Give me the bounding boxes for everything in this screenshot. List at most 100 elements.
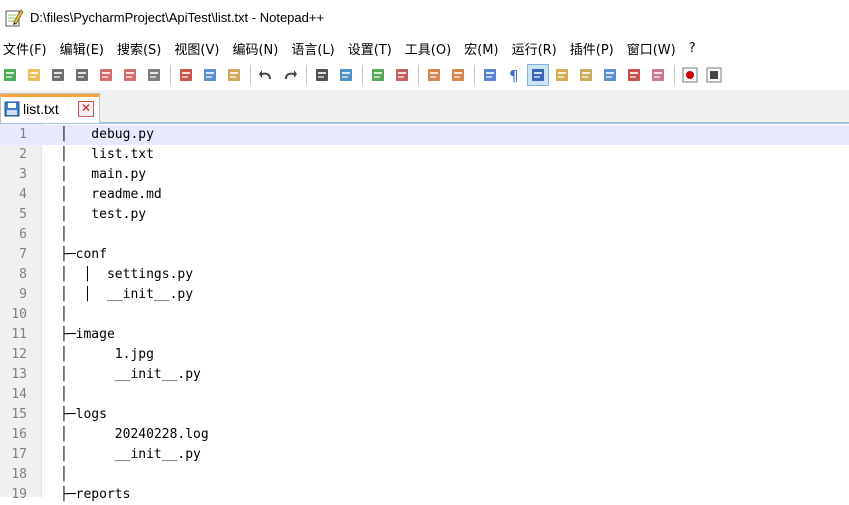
editor-line[interactable]: 16 │ 20240228.log (0, 425, 849, 445)
editor-line[interactable]: 9 │ │ __init__.py (0, 285, 849, 305)
line-text: │ main.py (60, 167, 147, 182)
editor-line[interactable]: 13 │ __init__.py (0, 365, 849, 385)
menu-item[interactable]: 运行(R) (508, 39, 566, 58)
doc-list-icon[interactable] (624, 65, 644, 85)
menu-item[interactable]: ? (685, 41, 705, 56)
notepadpp-app-icon (4, 8, 24, 28)
line-number: 7 (19, 247, 27, 262)
line-text: ├─conf (60, 247, 107, 262)
open-file-icon[interactable] (24, 65, 44, 85)
new-file-icon[interactable] (0, 65, 20, 85)
folder-workspace-icon[interactable] (600, 65, 620, 85)
tab-label: list.txt (23, 100, 59, 117)
save-all-icon[interactable] (72, 65, 92, 85)
tab-list-txt[interactable]: list.txt ✕ (0, 93, 100, 123)
editor-line[interactable]: 12 │ 1.jpg (0, 345, 849, 365)
editor-line[interactable]: 17 │ __init__.py (0, 445, 849, 465)
close-all-icon[interactable] (120, 65, 140, 85)
line-number: 8 (19, 267, 27, 282)
menu-item[interactable]: 宏(M) (460, 39, 507, 58)
replace-icon[interactable] (336, 65, 356, 85)
redo-icon[interactable] (280, 65, 300, 85)
menu-item[interactable]: 搜索(S) (113, 39, 170, 58)
function-list-icon[interactable] (576, 65, 596, 85)
print-icon[interactable] (144, 65, 164, 85)
line-text: │ │ settings.py (60, 267, 194, 282)
menu-item[interactable]: 视图(V) (170, 39, 228, 58)
tab-bar: list.txt ✕ (0, 90, 849, 124)
editor-line[interactable]: 4 │ readme.md (0, 185, 849, 205)
saved-file-icon (4, 101, 20, 121)
editor-line[interactable]: 10 │ (0, 305, 849, 325)
editor-line[interactable]: 1 │ debug.py (0, 125, 849, 145)
editor-line[interactable]: 8 │ │ settings.py (0, 265, 849, 285)
menu-item[interactable]: 设置(T) (344, 39, 401, 58)
save-icon[interactable] (48, 65, 68, 85)
line-text: │ list.txt (60, 147, 154, 162)
editor-area[interactable]: 1 │ debug.py 2 │ list.txt 3 │ main.py 4 │ readm… (0, 124, 849, 502)
zoom-out-icon[interactable] (392, 65, 412, 85)
indent-guide-icon[interactable] (527, 64, 549, 86)
undo-icon[interactable] (256, 65, 276, 85)
toolbar-separator (674, 65, 675, 85)
show-all-chars-icon[interactable]: ¶ (504, 65, 524, 85)
editor-line[interactable]: 11 ├─image (0, 325, 849, 345)
menu-bar: 文件(F) 编辑(E) 搜索(S) 视图(V) 编码(N) 语言(L) 设置(T) 工具(O)… (0, 36, 849, 60)
editor-line[interactable]: 7 ├─conf (0, 245, 849, 265)
sync-vertical-icon[interactable] (424, 65, 444, 85)
editor-line[interactable]: 15 ├─logs (0, 405, 849, 425)
line-text: │ │ __init__.py (60, 287, 194, 302)
editor-line[interactable]: 18 │ (0, 465, 849, 485)
toolbar-separator (306, 65, 307, 85)
window-title: D:\files\PycharmProject\ApiTest\list.txt… (30, 10, 325, 25)
toolbar-separator (474, 65, 475, 85)
record-macro-icon[interactable] (680, 65, 700, 85)
line-text: ├─logs (60, 407, 107, 422)
editor-line[interactable]: 5 │ test.py (0, 205, 849, 225)
editor-line[interactable]: 2 │ list.txt (0, 145, 849, 165)
copy-icon[interactable] (200, 65, 220, 85)
menu-item[interactable]: 工具(O) (401, 39, 460, 58)
paste-icon[interactable] (224, 65, 244, 85)
find-icon[interactable] (312, 65, 332, 85)
line-number: 18 (11, 467, 27, 482)
line-text: │ (60, 307, 68, 322)
line-text: │ 1.jpg (60, 347, 154, 362)
line-number: 10 (11, 307, 27, 322)
line-text: │ readme.md (60, 187, 162, 202)
line-number: 5 (19, 207, 27, 222)
line-text: ├─reports (60, 487, 131, 502)
editor-line[interactable]: 6 │ (0, 225, 849, 245)
line-text: ├─image (60, 327, 115, 342)
monitor-icon[interactable] (648, 65, 668, 85)
line-text: │ __init__.py (60, 447, 201, 462)
menu-item[interactable]: 语言(L) (287, 39, 343, 58)
toolbar: ¶ (0, 61, 849, 89)
toolbar-separator (250, 65, 251, 85)
editor-line[interactable]: 19 ├─reports (0, 485, 849, 505)
line-text: │ __init__.py (60, 367, 201, 382)
menu-item[interactable]: 编辑(E) (56, 39, 113, 58)
editor-line[interactable]: 3 │ main.py (0, 165, 849, 185)
word-wrap-icon[interactable] (480, 65, 500, 85)
stop-macro-icon[interactable] (704, 65, 724, 85)
menu-item[interactable]: 编码(N) (228, 39, 287, 58)
editor-line[interactable]: 14 │ (0, 385, 849, 405)
sync-horizontal-icon[interactable] (448, 65, 468, 85)
doc-map-icon[interactable] (552, 65, 572, 85)
line-number: 9 (19, 287, 27, 302)
line-text: │ debug.py (60, 127, 154, 142)
line-number: 3 (19, 167, 27, 182)
line-text: │ test.py (60, 207, 147, 222)
zoom-in-icon[interactable] (368, 65, 388, 85)
svg-text:¶: ¶ (509, 67, 519, 83)
close-icon[interactable] (96, 65, 116, 85)
menu-item[interactable]: 插件(P) (566, 39, 623, 58)
line-number: 16 (11, 427, 27, 442)
cut-icon[interactable] (176, 65, 196, 85)
line-number: 2 (19, 147, 27, 162)
tab-close-button[interactable]: ✕ (78, 101, 94, 117)
line-number: 15 (11, 407, 27, 422)
menu-item[interactable]: 文件(F) (0, 39, 56, 58)
menu-item[interactable]: 窗口(W) (623, 39, 685, 58)
